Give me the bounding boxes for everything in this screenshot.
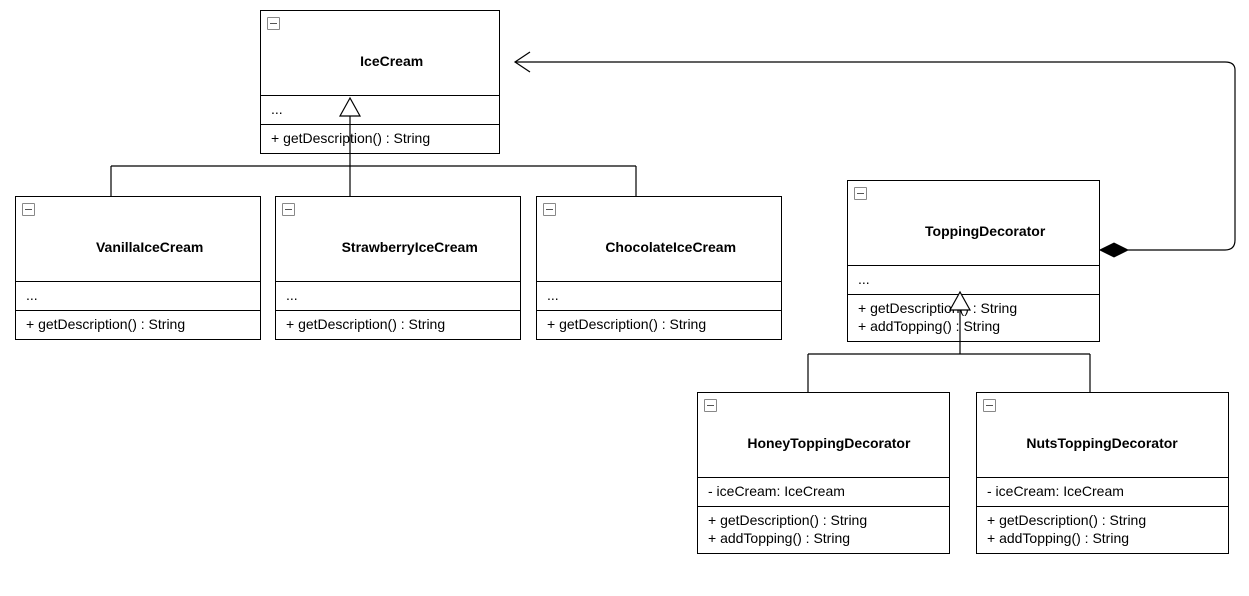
class-attrs: ...	[286, 287, 298, 303]
class-attrs: - iceCream: IceCream	[987, 483, 1124, 499]
class-name: VanillaIceCream	[96, 239, 203, 255]
collapse-icon[interactable]	[854, 187, 867, 200]
class-icecream: IceCream ... + getDescription() : String	[260, 10, 500, 154]
class-ops: + getDescription() : String	[286, 316, 445, 332]
class-attrs: ...	[271, 101, 283, 117]
class-attrs: - iceCream: IceCream	[708, 483, 845, 499]
class-nuts: NutsToppingDecorator - iceCream: IceCrea…	[976, 392, 1229, 554]
class-attrs: ...	[858, 271, 870, 287]
class-strawberry: StrawberryIceCream ... + getDescription(…	[275, 196, 521, 340]
composition-diamond	[1100, 243, 1128, 257]
collapse-icon[interactable]	[543, 203, 556, 216]
class-name: IceCream	[360, 53, 423, 69]
class-ops: + getDescription() : String	[547, 316, 706, 332]
association-open-arrow	[515, 52, 530, 72]
class-name: StrawberryIceCream	[342, 239, 478, 255]
class-ops: + getDescription() : String	[271, 130, 430, 146]
class-ops: + getDescription() : String + addTopping…	[708, 512, 867, 546]
class-name: NutsToppingDecorator	[1026, 435, 1177, 451]
collapse-icon[interactable]	[22, 203, 35, 216]
collapse-icon[interactable]	[267, 17, 280, 30]
collapse-icon[interactable]	[704, 399, 717, 412]
class-ops: + getDescription() : String	[26, 316, 185, 332]
class-name: ToppingDecorator	[925, 223, 1045, 239]
class-ops: + getDescription() : String + addTopping…	[987, 512, 1146, 546]
class-attrs: ...	[26, 287, 38, 303]
class-name: HoneyToppingDecorator	[747, 435, 910, 451]
class-ops: + getDescription() : String + addTopping…	[858, 300, 1017, 334]
class-chocolate: ChocolateIceCream ... + getDescription()…	[536, 196, 782, 340]
class-attrs: ...	[547, 287, 559, 303]
class-toppingdecorator: ToppingDecorator ... + getDescription() …	[847, 180, 1100, 342]
collapse-icon[interactable]	[983, 399, 996, 412]
uml-canvas: IceCream ... + getDescription() : String…	[0, 0, 1249, 596]
collapse-icon[interactable]	[282, 203, 295, 216]
class-honey: HoneyToppingDecorator - iceCream: IceCre…	[697, 392, 950, 554]
class-name: ChocolateIceCream	[605, 239, 736, 255]
class-vanilla: VanillaIceCream ... + getDescription() :…	[15, 196, 261, 340]
